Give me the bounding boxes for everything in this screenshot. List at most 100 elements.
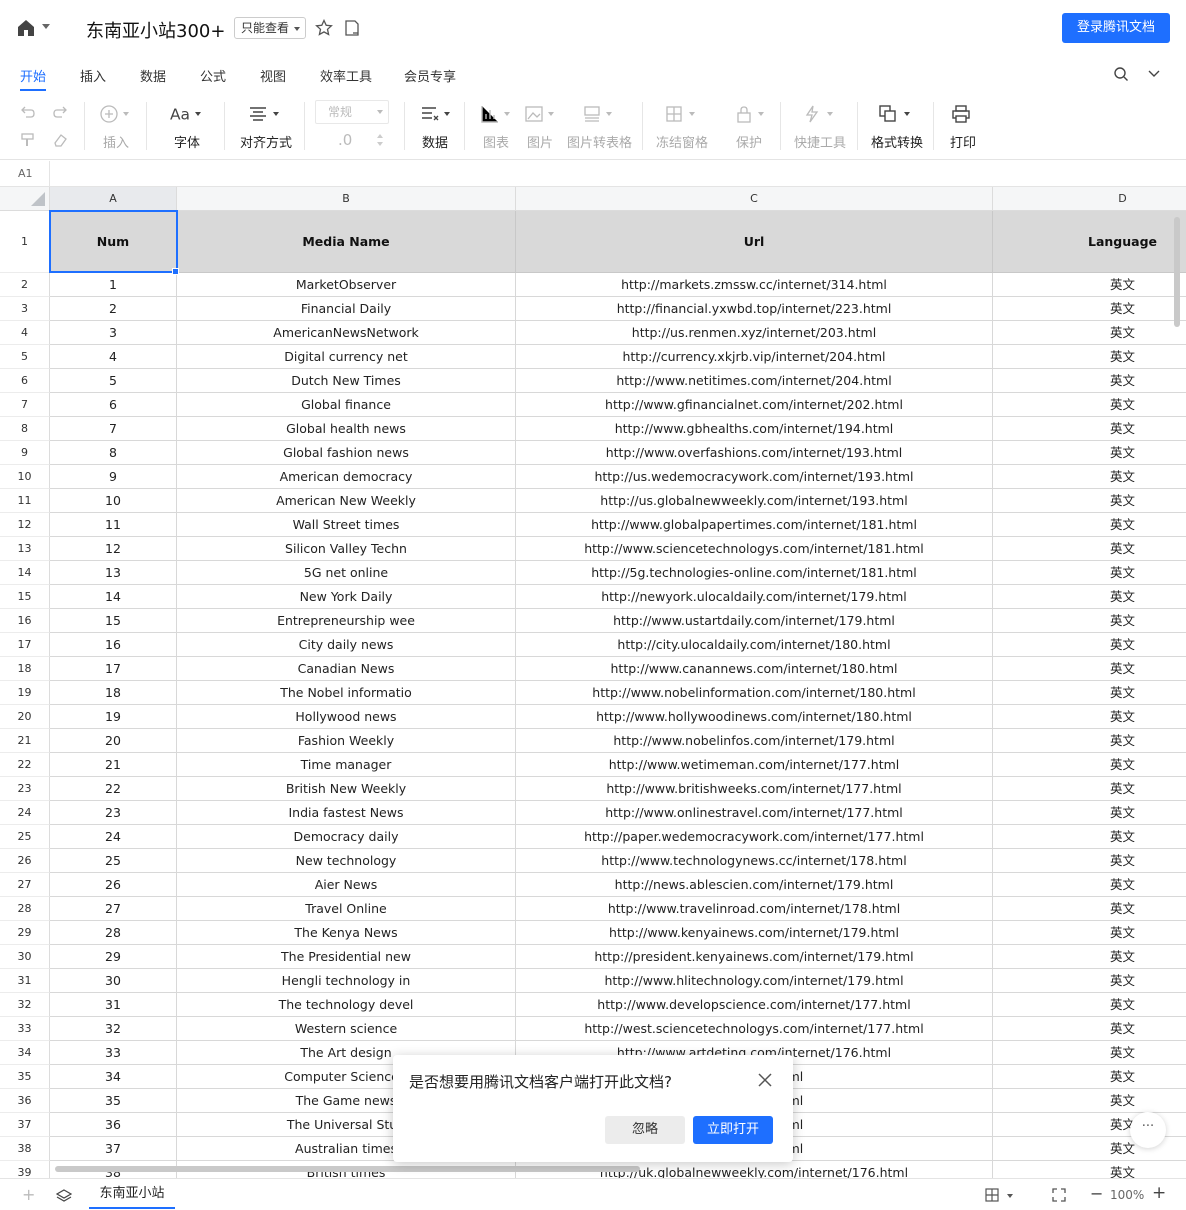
row-header[interactable]: 32 xyxy=(0,993,50,1017)
cell-url[interactable]: http://president.kenyainews.com/internet… xyxy=(516,945,993,969)
cell-num[interactable]: 5 xyxy=(50,369,177,393)
zoom-in-button[interactable]: + xyxy=(1152,1183,1166,1203)
cell-num[interactable]: 12 xyxy=(50,537,177,561)
align-button[interactable]: 对齐方式 xyxy=(238,92,294,160)
cell-url[interactable]: http://us.wedemocracywork.com/internet/1… xyxy=(516,465,993,489)
cell-url[interactable]: http://news.ablescien.com/internet/179.h… xyxy=(516,873,993,897)
cell-url[interactable]: http://www.canannews.com/internet/180.ht… xyxy=(516,657,993,681)
cell-url[interactable]: http://www.britishweeks.com/internet/177… xyxy=(516,777,993,801)
row-header[interactable]: 3 xyxy=(0,297,50,321)
cell-url[interactable]: http://markets.zmssw.cc/internet/314.htm… xyxy=(516,273,993,297)
vertical-scrollbar[interactable] xyxy=(1174,217,1180,327)
tab-data[interactable]: 数据 xyxy=(140,66,166,85)
header-cell-language[interactable]: Language xyxy=(993,211,1186,273)
cell-num[interactable]: 26 xyxy=(50,873,177,897)
cell-media-name[interactable]: British New Weekly xyxy=(177,777,516,801)
freeze-button[interactable]: 冻结窗格 xyxy=(654,92,708,160)
cell-num[interactable]: 19 xyxy=(50,705,177,729)
sheet-tab[interactable]: 东南亚小站 xyxy=(89,1179,175,1209)
cell-url[interactable]: http://www.wetimeman.com/internet/177.ht… xyxy=(516,753,993,777)
search-icon[interactable] xyxy=(1113,66,1129,82)
cell-language[interactable]: 英文 xyxy=(993,993,1186,1017)
cell-reference[interactable]: A1 xyxy=(0,161,50,187)
row-header[interactable]: 38 xyxy=(0,1137,50,1161)
cell-num[interactable]: 27 xyxy=(50,897,177,921)
cell-language[interactable]: 英文 xyxy=(993,1089,1186,1113)
cell-num[interactable]: 25 xyxy=(50,849,177,873)
cell-media-name[interactable]: Hengli technology in xyxy=(177,969,516,993)
cell-language[interactable]: 英文 xyxy=(993,729,1186,753)
cell-media-name[interactable]: 5G net online xyxy=(177,561,516,585)
column-header-b[interactable]: B xyxy=(177,187,516,211)
clear-format-icon[interactable] xyxy=(52,132,68,148)
row-header[interactable]: 19 xyxy=(0,681,50,705)
cell-url[interactable]: http://www.hollywoodinews.com/internet/1… xyxy=(516,705,993,729)
image-to-table-button[interactable]: 图片转表格 xyxy=(566,92,632,160)
cell-media-name[interactable]: The Presidential new xyxy=(177,945,516,969)
cell-num[interactable]: 29 xyxy=(50,945,177,969)
protect-button[interactable]: 保护 xyxy=(734,92,770,160)
cell-media-name[interactable]: Silicon Valley Techn xyxy=(177,537,516,561)
cell-num[interactable]: 34 xyxy=(50,1065,177,1089)
cell-url[interactable]: http://www.sciencetechnologys.com/intern… xyxy=(516,537,993,561)
row-header[interactable]: 13 xyxy=(0,537,50,561)
tab-start[interactable]: 开始 xyxy=(20,66,46,85)
cell-url[interactable]: http://us.renmen.xyz/internet/203.html xyxy=(516,321,993,345)
cell-language[interactable]: 英文 xyxy=(993,369,1186,393)
cell-num[interactable]: 15 xyxy=(50,609,177,633)
row-header[interactable]: 23 xyxy=(0,777,50,801)
cell-media-name[interactable]: American New Weekly xyxy=(177,489,516,513)
grid-view-caret-icon[interactable] xyxy=(1007,1194,1013,1198)
cell-language[interactable]: 英文 xyxy=(993,945,1186,969)
cell-language[interactable]: 英文 xyxy=(993,633,1186,657)
header-cell-num[interactable]: Num xyxy=(50,211,177,273)
cell-media-name[interactable]: Hollywood news xyxy=(177,705,516,729)
cell-url[interactable]: http://city.ulocaldaily.com/internet/180… xyxy=(516,633,993,657)
cell-language[interactable]: 英文 xyxy=(993,585,1186,609)
cell-num[interactable]: 3 xyxy=(50,321,177,345)
tab-efficiency-tools[interactable]: 效率工具 xyxy=(320,66,372,85)
open-now-button[interactable]: 立即打开 xyxy=(693,1116,773,1144)
cell-url[interactable]: http://www.overfashions.com/internet/193… xyxy=(516,441,993,465)
home-caret-icon[interactable] xyxy=(42,24,50,29)
cell-media-name[interactable]: New York Daily xyxy=(177,585,516,609)
cell-num[interactable]: 24 xyxy=(50,825,177,849)
cell-language[interactable]: 英文 xyxy=(993,849,1186,873)
cell-language[interactable]: 英文 xyxy=(993,1161,1186,1178)
row-header[interactable]: 30 xyxy=(0,945,50,969)
more-options-button[interactable]: ··· xyxy=(1130,1112,1166,1148)
row-header[interactable]: 25 xyxy=(0,825,50,849)
cell-language[interactable]: 英文 xyxy=(993,609,1186,633)
undo-icon[interactable] xyxy=(20,105,36,119)
cell-num[interactable]: 4 xyxy=(50,345,177,369)
cell-url[interactable]: http://currency.xkjrb.vip/internet/204.h… xyxy=(516,345,993,369)
spreadsheet-grid[interactable]: A B C D 1 2 3 4 5 6 7 8 9 10 11 12 13 14 15 16 17 18 19 20 2… xyxy=(0,187,1186,1178)
cell-num[interactable]: 33 xyxy=(50,1041,177,1065)
data-button[interactable]: 数据 xyxy=(418,92,454,160)
close-icon[interactable] xyxy=(757,1072,773,1088)
row-header[interactable]: 27 xyxy=(0,873,50,897)
cell-url[interactable]: http://www.globalpapertimes.com/internet… xyxy=(516,513,993,537)
cell-language[interactable]: 英文 xyxy=(993,1041,1186,1065)
cell-language[interactable]: 英文 xyxy=(993,921,1186,945)
row-header[interactable]: 5 xyxy=(0,345,50,369)
cell-media-name[interactable]: AmericanNewsNetwork xyxy=(177,321,516,345)
cell-num[interactable]: 1 xyxy=(50,273,177,297)
cell-language[interactable]: 英文 xyxy=(993,801,1186,825)
cell-language[interactable]: 英文 xyxy=(993,321,1186,345)
cell-language[interactable]: 英文 xyxy=(993,441,1186,465)
row-header[interactable]: 36 xyxy=(0,1089,50,1113)
row-header[interactable]: 6 xyxy=(0,369,50,393)
cell-num[interactable]: 23 xyxy=(50,801,177,825)
cell-num[interactable]: 36 xyxy=(50,1113,177,1137)
cell-language[interactable]: 英文 xyxy=(993,1017,1186,1041)
cell-language[interactable]: 英文 xyxy=(993,489,1186,513)
cell-media-name[interactable]: Dutch New Times xyxy=(177,369,516,393)
tab-formula[interactable]: 公式 xyxy=(200,66,226,85)
cell-num[interactable]: 18 xyxy=(50,681,177,705)
cell-url[interactable]: http://www.gfinancialnet.com/internet/20… xyxy=(516,393,993,417)
cell-url[interactable]: http://www.gbhealths.com/internet/194.ht… xyxy=(516,417,993,441)
row-header[interactable]: 18 xyxy=(0,657,50,681)
column-header-a[interactable]: A xyxy=(50,187,177,211)
header-cell-url[interactable]: Url xyxy=(516,211,993,273)
